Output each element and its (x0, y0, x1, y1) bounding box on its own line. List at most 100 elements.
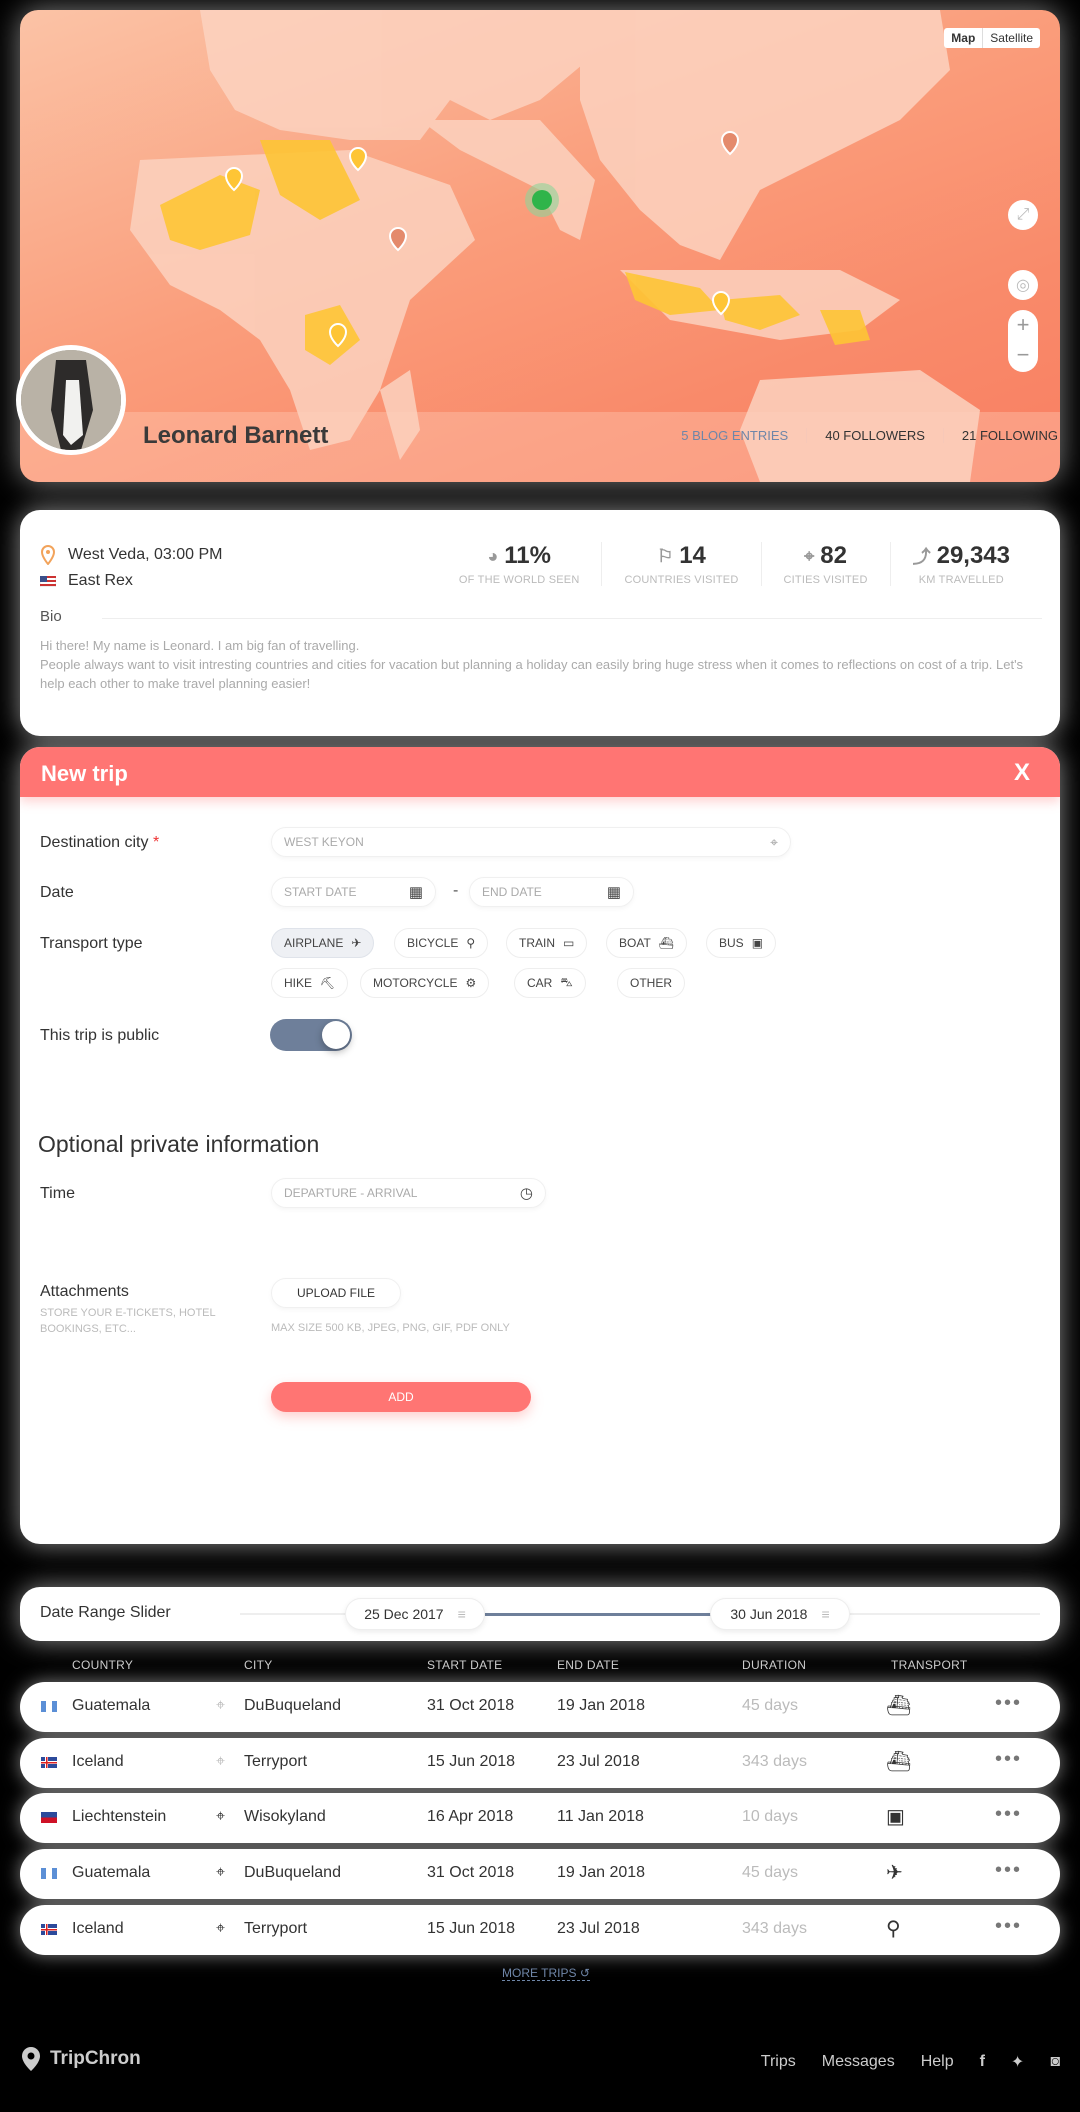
destination-input[interactable]: WEST KEYON ⌖ (271, 827, 791, 857)
map-type-map[interactable]: Map (944, 28, 984, 48)
hike-icon: ⛏ (320, 976, 336, 990)
close-button[interactable]: X (1014, 759, 1030, 787)
new-trip-header: New trip X (20, 747, 1060, 797)
col-end-date[interactable]: END DATE (557, 1658, 619, 1672)
optional-info-title: Optional private information (38, 1131, 320, 1157)
footer-link-trips[interactable]: Trips (761, 2053, 796, 2071)
slider-range (485, 1613, 730, 1616)
following-link[interactable]: 21 FOLLOWING (942, 428, 1058, 443)
map-type-satellite[interactable]: Satellite (983, 28, 1040, 48)
date-dash: - (453, 882, 459, 899)
avatar[interactable] (16, 345, 126, 455)
brand-logo[interactable]: TripChron (20, 2046, 141, 2072)
airplane-icon: ✈ (886, 1862, 903, 1884)
transport-hike[interactable]: HIKE ⛏ (271, 968, 349, 998)
logo-pin-icon (22, 2047, 40, 2071)
start-date-input[interactable]: START DATE ▦ (271, 877, 436, 907)
transport-bicycle[interactable]: BICYCLE ⚲ (394, 928, 489, 958)
facebook-icon[interactable]: f (980, 2053, 985, 2071)
slider-start-handle[interactable]: 25 Dec 2017 ≡ (345, 1598, 485, 1630)
clock-icon: ◷ (519, 1185, 533, 1202)
col-country[interactable]: COUNTRY (72, 1658, 133, 1672)
end-date-input[interactable]: END DATE ▦ (469, 877, 634, 907)
more-options-icon[interactable]: ••• (995, 1692, 1022, 1715)
zoom-in-button[interactable]: + (1008, 310, 1038, 340)
col-city[interactable]: CITY (244, 1658, 273, 1672)
flag-outline-icon: ⚐ (657, 545, 674, 566)
slider-label: Date Range Slider (40, 1604, 171, 1621)
zoom-out-button[interactable]: − (1008, 340, 1038, 370)
transport-other[interactable]: OTHER (617, 968, 685, 998)
flag-icon (41, 1868, 57, 1879)
expand-icon[interactable]: ⤢ (1008, 200, 1038, 230)
avatar-photo (21, 350, 121, 450)
stat-km: ⤴ 29,343 KM TRAVELLED (889, 542, 1032, 586)
col-start-date[interactable]: START DATE (427, 1658, 502, 1672)
table-row[interactable]: Guatemala ⌖ DuBuqueland 31 Oct 2018 19 J… (20, 1849, 1060, 1899)
flag-icon (41, 1812, 57, 1823)
flag-icon (41, 1757, 57, 1768)
crosshair-icon[interactable]: ◎ (1008, 270, 1038, 300)
flag-icon (41, 1924, 57, 1935)
transport-train[interactable]: TRAIN ▭ (506, 928, 588, 958)
airplane-icon: ✈ (351, 936, 362, 950)
pin-icon (40, 545, 56, 565)
profile-info-card: West Veda, 03:00 PM East Rex ◕ 11% OF THE… (20, 510, 1060, 736)
time-input[interactable]: DEPARTURE - ARRIVAL ◷ (271, 1178, 546, 1208)
boat-icon: ⛴ (886, 1695, 912, 1717)
car-icon: ⛍ (560, 975, 573, 989)
calendar-icon[interactable]: ▦ (607, 883, 621, 901)
transport-airplane[interactable]: AIRPLANE ✈ (271, 928, 375, 958)
table-row[interactable]: Liechtenstein ⌖ Wisokyland 16 Apr 2018 1… (20, 1793, 1060, 1843)
current-location: West Veda, 03:00 PM (68, 546, 223, 563)
transport-bus[interactable]: BUS ▣ (706, 928, 777, 958)
footer-link-messages[interactable]: Messages (822, 2053, 895, 2071)
upload-file-button[interactable]: UPLOAD FILE (271, 1278, 401, 1308)
bio-text: Hi there! My name is Leonard. I am big f… (40, 638, 1024, 691)
twitter-icon[interactable]: ✦ (1011, 2052, 1024, 2072)
train-icon: ▭ (563, 936, 575, 950)
date-range-slider: Date Range Slider 25 Dec 2017 ≡ 30 Jun 20… (20, 1587, 1060, 1641)
transport-boat[interactable]: BOAT ⛴ (606, 928, 688, 958)
calendar-icon[interactable]: ▦ (409, 883, 423, 901)
footer-nav: Trips Messages Help f ✦ ◙ (761, 2052, 1060, 2072)
more-trips-link[interactable]: MORE TRIPS ↺ (502, 1966, 590, 1981)
grip-icon: ≡ (457, 1606, 466, 1622)
new-trip-form: New trip X Destination city * WEST KEYON… (20, 747, 1060, 1544)
toggle-knob[interactable] (322, 1021, 350, 1049)
motorcycle-icon: ⚙ (465, 976, 477, 990)
transport-motorcycle[interactable]: MOTORCYCLE ⚙ (360, 968, 490, 998)
bus-icon: ▣ (751, 936, 764, 950)
map-type-toggle[interactable]: Map Satellite (944, 28, 1040, 48)
flag-icon (41, 1701, 57, 1712)
more-options-icon[interactable]: ••• (995, 1748, 1022, 1771)
location-block: West Veda, 03:00 PM East Rex (40, 542, 222, 594)
new-trip-title: New trip (41, 761, 128, 786)
blog-entries-link[interactable]: 5 BLOG ENTRIES (663, 428, 806, 443)
footer-link-help[interactable]: Help (921, 2053, 954, 2071)
more-options-icon[interactable]: ••• (995, 1859, 1022, 1882)
table-row[interactable]: Guatemala ⌖ DuBuqueland 31 Oct 2018 19 J… (20, 1682, 1060, 1732)
table-row[interactable]: Iceland ⌖ Terryport 15 Jun 2018 23 Jul 2… (20, 1738, 1060, 1788)
instagram-icon[interactable]: ◙ (1050, 2053, 1060, 2071)
table-row[interactable]: Iceland ⌖ Terryport 15 Jun 2018 23 Jul 2… (20, 1905, 1060, 1955)
col-transport[interactable]: TRANSPORT (891, 1658, 968, 1672)
pin-outline-icon: ⌖ (804, 545, 815, 566)
more-options-icon[interactable]: ••• (995, 1915, 1022, 1938)
public-toggle[interactable] (270, 1019, 352, 1051)
profile-name: Leonard Barnett (143, 422, 329, 449)
slider-end-handle[interactable]: 30 Jun 2018 ≡ (710, 1598, 850, 1630)
col-duration[interactable]: DURATION (742, 1658, 806, 1672)
add-button[interactable]: ADD (271, 1382, 531, 1412)
transport-car[interactable]: CAR ⛍ (514, 968, 586, 998)
zoom-control[interactable]: + − (1008, 310, 1038, 372)
more-options-icon[interactable]: ••• (995, 1803, 1022, 1826)
followers-link[interactable]: 40 FOLLOWERS (806, 428, 943, 443)
time-label: Time (40, 1185, 75, 1202)
grip-icon: ≡ (821, 1606, 830, 1622)
public-label: This trip is public (40, 1027, 160, 1044)
route-icon: ⤴ (912, 547, 931, 567)
ship-icon: ⛴ (886, 1751, 912, 1773)
bio-title: Bio (40, 608, 62, 625)
map-header[interactable]: Map Satellite ⤢ ◎ + − (20, 10, 1060, 482)
